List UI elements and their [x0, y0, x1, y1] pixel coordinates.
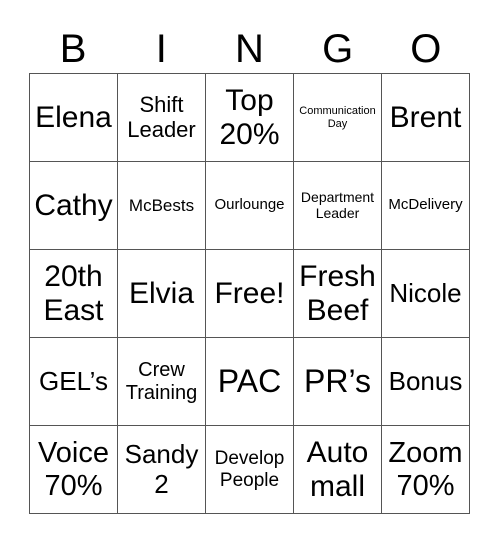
bingo-header: B I N G O: [29, 26, 470, 72]
bingo-card: Elena Shift Leader Top 20% Communication…: [29, 73, 470, 514]
bingo-cell[interactable]: McBests: [118, 162, 206, 250]
bingo-cell[interactable]: PAC: [206, 338, 294, 426]
free-space-cell[interactable]: Free!: [206, 250, 294, 338]
bingo-cell[interactable]: Brent: [382, 74, 470, 162]
bingo-cell[interactable]: Department Leader: [294, 162, 382, 250]
header-letter-g: G: [322, 27, 354, 71]
bingo-cell[interactable]: Shift Leader: [118, 74, 206, 162]
header-letter-b: B: [59, 27, 87, 71]
bingo-cell[interactable]: Sandy 2: [118, 426, 206, 514]
bingo-cell[interactable]: Voice 70%: [30, 426, 118, 514]
header-letter-i: I: [155, 27, 167, 71]
bingo-cell[interactable]: Zoom 70%: [382, 426, 470, 514]
bingo-cell[interactable]: Elvia: [118, 250, 206, 338]
bingo-cell[interactable]: Top 20%: [206, 74, 294, 162]
bingo-cell[interactable]: Communication Day: [294, 74, 382, 162]
bingo-cell[interactable]: Auto mall: [294, 426, 382, 514]
bingo-cell[interactable]: Crew Training: [118, 338, 206, 426]
bingo-cell[interactable]: Cathy: [30, 162, 118, 250]
bingo-cell[interactable]: Ourlounge: [206, 162, 294, 250]
header-letter-n: N: [235, 27, 264, 71]
bingo-cell[interactable]: Elena: [30, 74, 118, 162]
bingo-cell[interactable]: McDelivery: [382, 162, 470, 250]
bingo-cell[interactable]: 20th East: [30, 250, 118, 338]
header-letter-o: O: [410, 27, 442, 71]
bingo-cell[interactable]: Bonus: [382, 338, 470, 426]
bingo-cell[interactable]: Develop People: [206, 426, 294, 514]
bingo-cell[interactable]: Fresh Beef: [294, 250, 382, 338]
bingo-cell[interactable]: GEL’s: [30, 338, 118, 426]
bingo-cell[interactable]: Nicole: [382, 250, 470, 338]
bingo-cell[interactable]: PR’s: [294, 338, 382, 426]
